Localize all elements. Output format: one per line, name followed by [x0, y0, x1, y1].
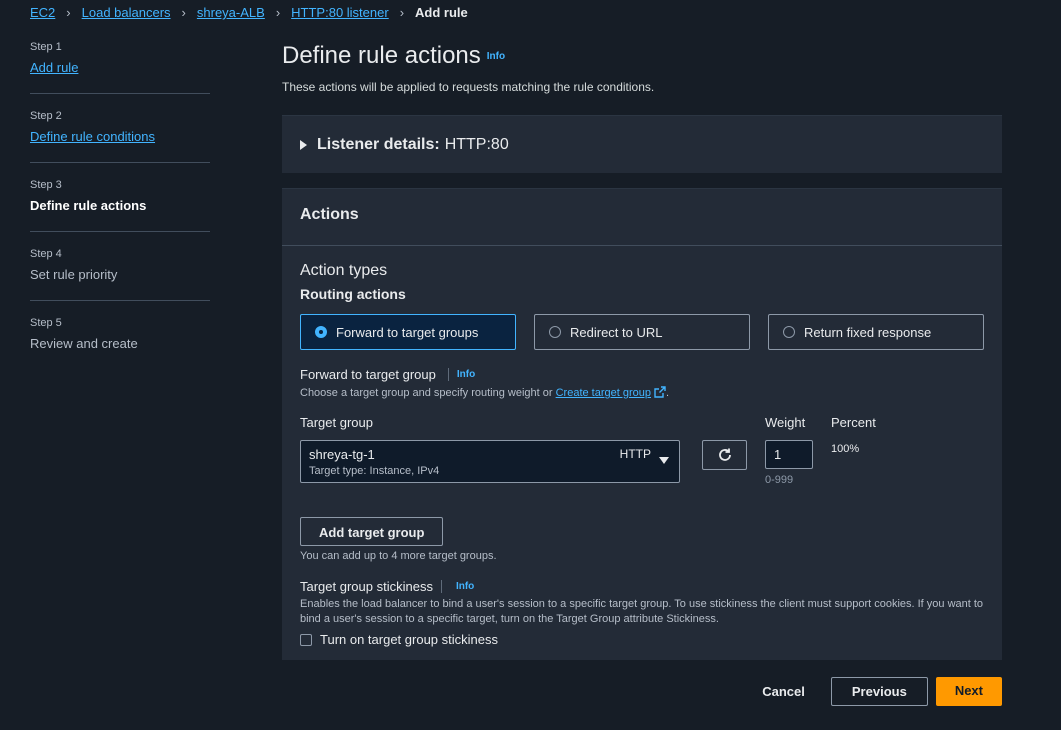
forward-hint: Choose a target group and specify routin… [300, 386, 984, 399]
refresh-button[interactable] [702, 440, 747, 470]
forward-to-target-group-label: Forward to target group [300, 367, 436, 382]
step-title: Set rule priority [30, 267, 118, 282]
stickiness-label-row: Target group stickiness Info [300, 579, 984, 594]
breadcrumb-load-balancers[interactable]: Load balancers [82, 5, 171, 20]
routing-actions-heading: Routing actions [300, 286, 406, 302]
info-link[interactable]: Info [487, 51, 505, 62]
stickiness-checkbox-row[interactable]: Turn on target group stickiness [300, 632, 984, 647]
wizard-footer: Cancel Previous Next [760, 677, 1002, 706]
stickiness-hint: Enables the load balancer to bind a user… [300, 598, 984, 625]
step-number: Step 5 [30, 317, 62, 329]
target-group-select[interactable]: shreya-tg-1 Target type: Instance, IPv4 … [300, 440, 680, 483]
page-title: Define rule actions [282, 42, 481, 69]
actions-title: Actions [282, 189, 1002, 246]
radio-empty-icon [549, 326, 561, 338]
page-subtitle: These actions will be applied to request… [282, 80, 655, 94]
action-types-heading: Action types [300, 262, 388, 279]
page-header: Define rule actions Info These actions wi… [282, 42, 654, 94]
refresh-icon [718, 448, 731, 461]
listener-details-value: HTTP:80 [444, 135, 509, 153]
add-target-group-hint: You can add up to 4 more target groups. [300, 550, 497, 562]
previous-button[interactable]: Previous [830, 677, 928, 706]
listener-details-label: Listener details: [317, 135, 440, 153]
step-number: Step 1 [30, 41, 62, 53]
stickiness-checkbox-label: Turn on target group stickiness [320, 632, 498, 647]
step-3: Step 3 Define rule actions [30, 178, 210, 232]
step-2: Step 2 Define rule conditions [30, 109, 210, 163]
checkbox[interactable] [300, 633, 312, 646]
step-4: Step 4 Set rule priority [30, 247, 210, 301]
divider [440, 580, 442, 593]
step-link-define-rule-conditions[interactable]: Define rule conditions [30, 129, 210, 145]
caret-down-icon [659, 457, 669, 464]
forward-hint-text: Choose a target group and specify routin… [300, 387, 556, 399]
radio-forward-to-target-groups[interactable]: Forward to target groups [300, 314, 516, 350]
chevron-right-icon: › [275, 5, 281, 20]
step-1: Step 1 Add rule [30, 40, 210, 94]
cancel-button[interactable]: Cancel [760, 678, 807, 705]
divider [447, 368, 449, 381]
step-link-add-rule[interactable]: Add rule [30, 60, 210, 76]
stickiness-label: Target group stickiness [300, 579, 433, 594]
breadcrumb-listener[interactable]: HTTP:80 listener [291, 5, 389, 20]
chevron-right-icon: › [399, 5, 405, 20]
breadcrumb-current: Add rule [415, 5, 468, 20]
info-link[interactable]: Info [456, 581, 474, 592]
target-group-row: Target group shreya-tg-1 Target type: In… [300, 415, 984, 515]
step-title: Review and create [30, 336, 138, 351]
step-number: Step 2 [30, 110, 62, 122]
listener-details-expander[interactable]: Listener details: HTTP:80 [282, 115, 1002, 173]
breadcrumb-shreya-alb[interactable]: shreya-ALB [197, 5, 265, 20]
radio-label: Forward to target groups [336, 324, 479, 340]
breadcrumb: EC2 › Load balancers › shreya-ALB › HTTP… [30, 5, 468, 20]
radio-return-fixed-response[interactable]: Return fixed response [768, 314, 984, 350]
percent-label: Percent [831, 415, 876, 430]
external-link-icon[interactable] [654, 386, 666, 398]
radio-label: Return fixed response [804, 324, 932, 340]
add-target-group-button[interactable]: Add target group [300, 517, 444, 546]
breadcrumb-ec2[interactable]: EC2 [30, 5, 55, 20]
weight-input[interactable]: 1 [765, 440, 813, 469]
step-5: Step 5 Review and create [30, 316, 210, 370]
routing-action-radio-group: Forward to target groups Redirect to URL… [300, 314, 984, 350]
target-group-type: Target type: Instance, IPv4 [309, 465, 440, 477]
create-target-group-link[interactable]: Create target group [556, 387, 651, 399]
chevron-right-icon: › [181, 5, 186, 20]
radio-label: Redirect to URL [570, 324, 663, 340]
caret-right-icon [300, 139, 307, 150]
forward-hint-suffix: . [666, 387, 670, 399]
info-link[interactable]: Info [457, 369, 475, 380]
radio-redirect-to-url[interactable]: Redirect to URL [534, 314, 750, 350]
wizard-steps: Step 1 Add rule Step 2 Define rule condi… [30, 40, 210, 385]
chevron-right-icon: › [66, 5, 71, 20]
weight-label: Weight [765, 415, 806, 430]
target-group-label: Target group [300, 415, 373, 430]
target-group-name: shreya-tg-1 [309, 447, 375, 462]
radio-empty-icon [783, 326, 795, 338]
target-group-protocol: HTTP [619, 447, 651, 461]
next-button[interactable]: Next [935, 677, 1002, 706]
step-number: Step 3 [30, 179, 62, 191]
radio-selected-icon [315, 326, 327, 338]
step-current-title: Define rule actions [30, 198, 147, 213]
actions-panel: Actions Action types Routing actions For… [282, 188, 1002, 660]
step-number: Step 4 [30, 248, 62, 260]
weight-range-hint: 0-999 [765, 474, 794, 486]
forward-to-target-group-label-row: Forward to target group Info [300, 367, 984, 382]
percent-value: 100% [831, 443, 860, 455]
